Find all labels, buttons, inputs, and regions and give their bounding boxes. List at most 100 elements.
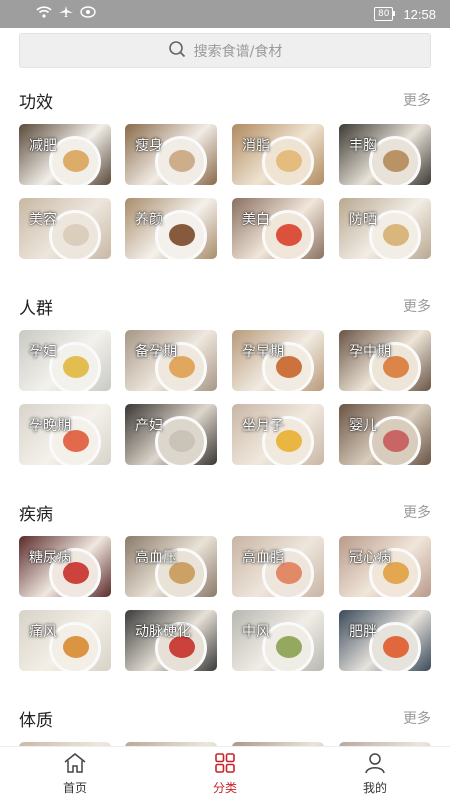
tab-category[interactable]: 分类: [150, 747, 300, 800]
category-tile-label: 高血压: [135, 550, 177, 566]
airplane-icon: [59, 6, 73, 22]
category-tile-label: 美白: [242, 212, 270, 228]
category-tile-label: 高血脂: [242, 550, 284, 566]
category-tile[interactable]: 中风: [232, 610, 324, 671]
section-header: 人群 更多: [0, 294, 450, 324]
tab-profile[interactable]: 我的: [300, 747, 450, 800]
tab-home-label: 首页: [62, 780, 87, 795]
category-tile-label: 坐月子: [242, 418, 284, 434]
category-icon: [213, 752, 237, 777]
food-image: [63, 150, 89, 172]
section-1: 人群 更多孕妇 备孕期 孕早期 孕中期孕晚期 产妇 坐月子 婴儿: [0, 294, 450, 465]
tab-profile-label: 我的: [362, 780, 387, 795]
category-tile[interactable]: 孕中期: [339, 330, 431, 391]
status-icons-right: 80 12:58: [374, 7, 436, 22]
category-tile-label: 防晒: [349, 212, 377, 228]
category-scroll-area[interactable]: 搜索食谱/食材 功效 更多 减肥 瘦身 消脂 丰胸 美容 养颜 美白 防晒 人群 更多 孕妇 备孕期 孕早期…: [0, 28, 450, 746]
category-tile-label: 孕早期: [242, 344, 284, 360]
search-bar[interactable]: 搜索食谱/食材: [19, 33, 431, 68]
food-image: [169, 224, 195, 246]
category-tile[interactable]: 冠心病: [339, 536, 431, 597]
section-header: 体质 更多: [0, 706, 450, 736]
category-tile-label: 产妇: [135, 418, 163, 434]
food-image: [383, 150, 409, 172]
section-2: 疾病 更多糖尿病 高血压 高血脂 冠心病痛风 动脉硬化 中风 肥胖: [0, 500, 450, 671]
category-tile[interactable]: 减肥: [19, 124, 111, 185]
category-tile-label: 美容: [29, 212, 57, 228]
category-tile-label: 丰胸: [349, 138, 377, 154]
tab-category-label: 分类: [212, 780, 237, 795]
category-tile-label: 动脉硬化: [135, 624, 191, 640]
category-tile-label: 孕中期: [349, 344, 391, 360]
status-bar: 80 12:58: [0, 0, 450, 28]
food-image: [383, 430, 409, 452]
category-tile[interactable]: 婴儿: [339, 404, 431, 465]
more-link[interactable]: 更多: [403, 502, 431, 522]
category-tile-label: 糖尿病: [29, 550, 71, 566]
status-icons-left: [36, 6, 96, 22]
food-image: [169, 150, 195, 172]
wifi-icon: [36, 6, 52, 22]
category-tile[interactable]: 高血压: [125, 536, 217, 597]
food-image: [276, 224, 302, 246]
food-image: [383, 636, 409, 658]
category-tile[interactable]: 痛风: [19, 610, 111, 671]
category-tile[interactable]: 美白: [232, 198, 324, 259]
category-tile[interactable]: 动脉硬化: [125, 610, 217, 671]
section-3: 体质 更多: [0, 706, 450, 746]
category-tile-label: 中风: [242, 624, 270, 640]
more-link[interactable]: 更多: [403, 296, 431, 316]
category-tile[interactable]: 防晒: [339, 198, 431, 259]
category-tile[interactable]: 糖尿病: [19, 536, 111, 597]
food-image: [276, 636, 302, 658]
category-tile-label: 冠心病: [349, 550, 391, 566]
section-header: 功效 更多: [0, 88, 450, 118]
category-tile-label: 孕晚期: [29, 418, 71, 434]
battery-icon: 80: [374, 7, 396, 21]
category-tile-label: 消脂: [242, 138, 270, 154]
category-tile[interactable]: 孕妇: [19, 330, 111, 391]
category-tile[interactable]: 丰胸: [339, 124, 431, 185]
category-tile[interactable]: 孕晚期: [19, 404, 111, 465]
tab-home[interactable]: 首页: [0, 747, 150, 800]
food-image: [276, 150, 302, 172]
section-title: 疾病: [19, 505, 53, 525]
category-tile[interactable]: 瘦身: [125, 124, 217, 185]
category-tile[interactable]: 坐月子: [232, 404, 324, 465]
category-tile-label: 肥胖: [349, 624, 377, 640]
category-tile-label: 养颜: [135, 212, 163, 228]
category-tile-label: 减肥: [29, 138, 57, 154]
category-tile-label: 备孕期: [135, 344, 177, 360]
more-link[interactable]: 更多: [403, 708, 431, 728]
category-tile[interactable]: 备孕期: [125, 330, 217, 391]
category-tile-label: 孕妇: [29, 344, 57, 360]
bottom-tab-bar: 首页 分类 我的: [0, 746, 450, 800]
food-image: [63, 636, 89, 658]
section-title: 功效: [19, 93, 53, 113]
search-placeholder: 搜索食谱/食材: [193, 43, 283, 60]
category-tile[interactable]: 养颜: [125, 198, 217, 259]
home-icon: [63, 752, 87, 777]
status-time: 12:58: [403, 6, 436, 22]
food-image: [383, 224, 409, 246]
category-tile[interactable]: 肥胖: [339, 610, 431, 671]
section-0: 功效 更多减肥 瘦身 消脂 丰胸美容 养颜 美白 防晒: [0, 88, 450, 259]
search-icon: [168, 40, 186, 62]
section-title: 体质: [19, 711, 53, 731]
food-image: [63, 224, 89, 246]
category-tile[interactable]: 美容: [19, 198, 111, 259]
category-tile-label: 瘦身: [135, 138, 163, 154]
category-tile[interactable]: 孕早期: [232, 330, 324, 391]
category-tile[interactable]: 高血脂: [232, 536, 324, 597]
category-tile[interactable]: 消脂: [232, 124, 324, 185]
profile-icon: [363, 752, 387, 777]
more-link[interactable]: 更多: [403, 90, 431, 110]
section-title: 人群: [19, 299, 53, 319]
category-tile-label: 痛风: [29, 624, 57, 640]
food-image: [63, 356, 89, 378]
hotspot-icon: [80, 6, 96, 22]
section-header: 疾病 更多: [0, 500, 450, 530]
category-tile-label: 婴儿: [349, 418, 377, 434]
food-image: [169, 430, 195, 452]
category-tile[interactable]: 产妇: [125, 404, 217, 465]
